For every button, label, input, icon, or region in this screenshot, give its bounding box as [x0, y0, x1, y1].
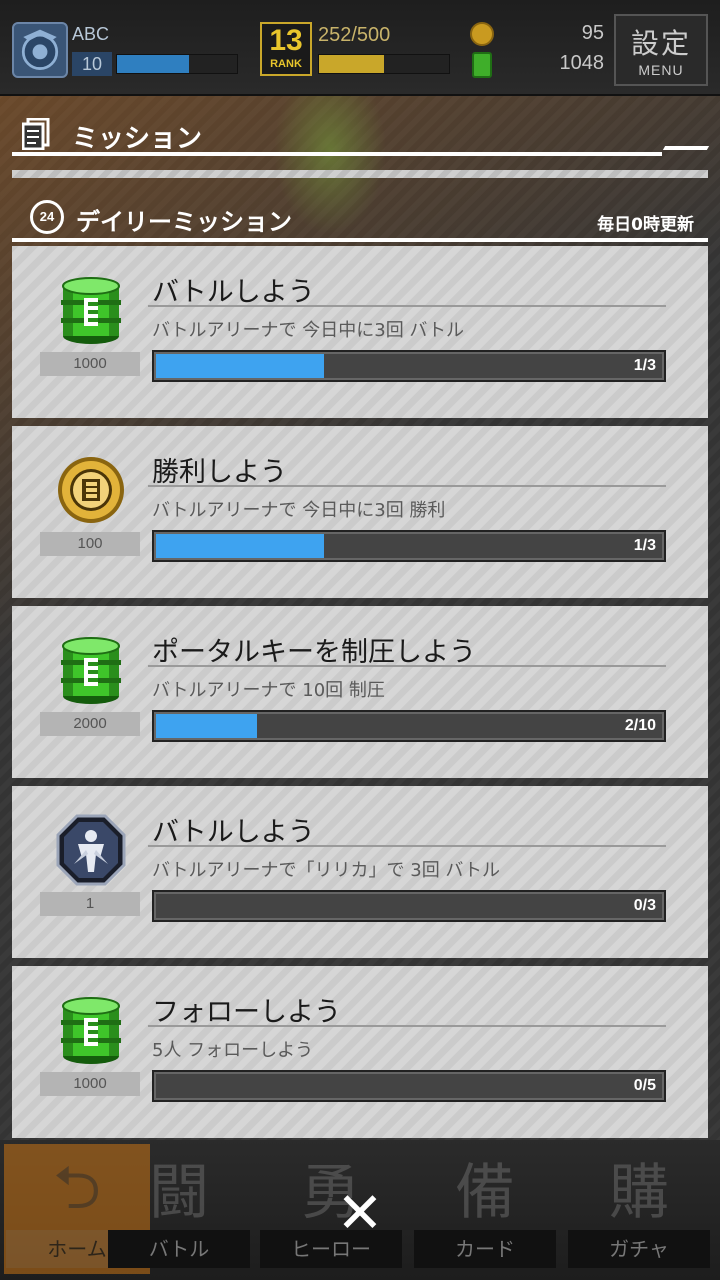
- section-divider: [12, 152, 662, 156]
- mission-description: バトルアリーナで 10回 制圧: [152, 680, 385, 701]
- mission-description: 5人 フォローしよう: [152, 1040, 314, 1061]
- reward-count: 100: [40, 532, 140, 556]
- mission-description: バトルアリーナで 今日中に3回 バトル: [152, 320, 464, 341]
- reward-count: 1000: [40, 352, 140, 376]
- rank-progress-bar: [318, 54, 450, 74]
- gacha-glyph-icon: 購: [609, 1158, 669, 1228]
- rank-badge-number: 13: [269, 24, 303, 57]
- mission-title-rule: [148, 665, 666, 667]
- rank-value: 252/500: [318, 24, 391, 46]
- drum-count: 1048: [559, 52, 605, 74]
- menu-button-kanji: 設定: [630, 27, 691, 60]
- green-drum-icon: [56, 274, 126, 346]
- mission-title: ポータルキーを制圧しよう: [152, 637, 476, 668]
- reward-count: 2000: [40, 712, 140, 736]
- rank-progress-fill: [319, 55, 384, 73]
- nav-battle-label: バトル: [108, 1230, 250, 1268]
- mission-card[interactable]: 1000 フォローしよう 5人 フォローしよう 0/5: [12, 966, 708, 1138]
- status-bar: ABC 10 13 RANK 252/500 95 1048 設定 MENU: [0, 0, 720, 96]
- mission-progress-bar: 1/3: [152, 350, 666, 382]
- level-progress-fill: [117, 55, 189, 73]
- nav-gacha[interactable]: 購 ガチャ: [566, 1144, 712, 1274]
- page-title: ミッション: [72, 124, 203, 154]
- rank-badge-label: RANK: [270, 58, 302, 70]
- mission-title-rule: [148, 485, 666, 487]
- document-icon: [22, 118, 50, 150]
- reward-count: 1: [40, 892, 140, 916]
- daily-mission-title: デイリーミッション: [76, 208, 292, 236]
- daily-mission-header: 24 デイリーミッション 毎日0時更新: [12, 194, 708, 242]
- close-button[interactable]: ✕: [330, 1184, 390, 1244]
- reward-count: 1000: [40, 1072, 140, 1096]
- nav-card-label: カード: [414, 1230, 556, 1268]
- mission-progress-text: 0/3: [633, 897, 656, 914]
- mission-progress-text: 0/5: [633, 1077, 656, 1094]
- mission-list: 1000 バトルしよう バトルアリーナで 今日中に3回 バトル 1/3 100 勝利しよう…: [12, 246, 708, 1146]
- mission-card[interactable]: 2000 ポータルキーを制圧しようバトルアリーナで 10回 制圧 2/10: [12, 606, 708, 778]
- mission-progress-fill: [156, 534, 324, 558]
- mission-title-rule: [148, 845, 666, 847]
- coin-count: 95: [581, 22, 604, 44]
- avatar-icon: [21, 29, 59, 70]
- card-glyph-icon: 備: [455, 1158, 515, 1228]
- mission-title: 勝利しよう: [152, 457, 287, 488]
- settings-menu-button[interactable]: 設定 MENU: [614, 14, 708, 86]
- mission-title: フォローしよう: [152, 997, 341, 1028]
- mission-progress-fill: [156, 354, 324, 378]
- section-divider-accent: [662, 146, 710, 150]
- tab-strip: [12, 170, 708, 178]
- mission-progress-text: 1/3: [633, 537, 656, 554]
- mission-card[interactable]: 100 勝利しようバトルアリーナで 今日中に3回 勝利 1/3: [12, 426, 708, 598]
- mission-description: バトルアリーナで「リリカ」で 3回 バトル: [152, 860, 500, 881]
- menu-button-label: MENU: [638, 62, 684, 78]
- daily-clock-icon: 24: [30, 200, 64, 234]
- mission-card[interactable]: 1 バトルしようバトルアリーナで「リリカ」で 3回 バトル 0/3: [12, 786, 708, 958]
- coin-icon: [470, 22, 494, 46]
- nav-battle[interactable]: 闘 バトル: [106, 1144, 252, 1274]
- player-avatar[interactable]: [12, 22, 68, 78]
- level-progress-bar: [116, 54, 238, 74]
- player-name: ABC: [72, 24, 110, 44]
- mission-progress-bar: 0/3: [152, 890, 666, 922]
- gold-coin-icon: [56, 454, 126, 526]
- mission-title: バトルしよう: [152, 817, 315, 848]
- mission-progress-bar: 0/5: [152, 1070, 666, 1102]
- nav-card[interactable]: 備 カード: [412, 1144, 558, 1274]
- mission-title: バトルしよう: [152, 277, 315, 308]
- mission-card[interactable]: 1000 バトルしようバトルアリーナで 今日中に3回 バトル 1/3: [12, 246, 708, 418]
- hero-emblem-icon: [56, 814, 126, 886]
- rank-badge: 13 RANK: [260, 22, 312, 76]
- battle-glyph-icon: 闘: [149, 1158, 209, 1228]
- drum-icon: [472, 52, 492, 78]
- player-level: 10: [72, 52, 112, 76]
- mission-progress-fill: [156, 714, 257, 738]
- mission-progress-bar: 1/3: [152, 530, 666, 562]
- mission-progress-text: 1/3: [633, 357, 656, 374]
- daily-reset-note: 毎日0時更新: [597, 215, 694, 235]
- mission-title-rule: [148, 305, 666, 307]
- mission-description: バトルアリーナで 今日中に3回 勝利: [152, 500, 446, 521]
- mission-progress-bar: 2/10: [152, 710, 666, 742]
- green-drum-icon: [56, 634, 126, 706]
- mission-section-header: ミッション: [12, 112, 710, 162]
- mission-title-rule: [148, 1025, 666, 1027]
- mission-progress-text: 2/10: [624, 717, 656, 734]
- green-drum-icon: [56, 994, 126, 1066]
- nav-gacha-label: ガチャ: [568, 1230, 710, 1268]
